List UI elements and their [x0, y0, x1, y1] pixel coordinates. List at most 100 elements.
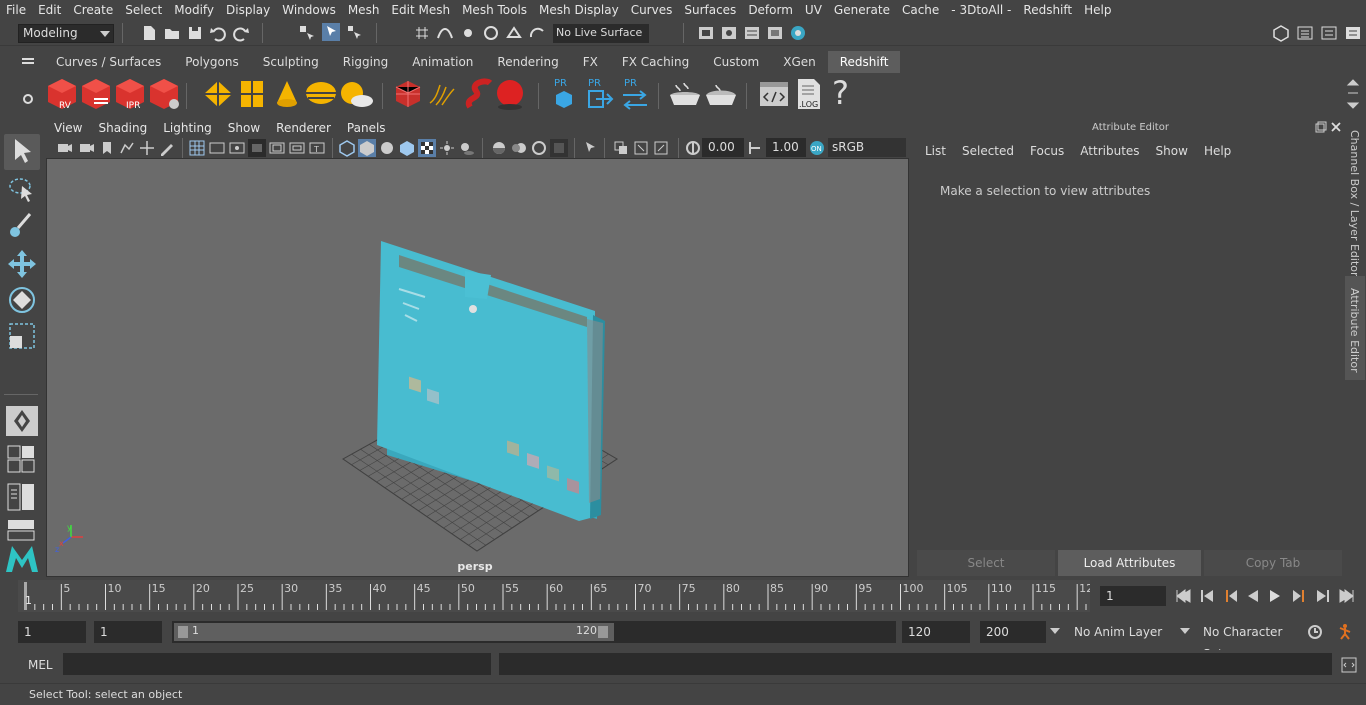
ae-menu-attributes[interactable]: Attributes — [1072, 142, 1147, 160]
anti-aliasing-icon[interactable] — [530, 139, 548, 157]
outliner-layout-icon[interactable] — [6, 482, 36, 512]
save-scene-icon[interactable] — [186, 24, 204, 42]
shelf-tab-curves-surfaces[interactable]: Curves / Surfaces — [44, 51, 173, 73]
shelf-tab-animation[interactable]: Animation — [400, 51, 485, 73]
shelf-tab-redshift[interactable]: Redshift — [827, 51, 901, 73]
persp-viewport[interactable]: persp x y z — [46, 158, 909, 577]
script-editor-icon[interactable] — [1340, 656, 1358, 674]
ae-menu-focus[interactable]: Focus — [1022, 142, 1072, 160]
wireframe-icon[interactable] — [338, 139, 356, 157]
select-button[interactable]: Select — [917, 550, 1055, 576]
ae-menu-show[interactable]: Show — [1148, 142, 1196, 160]
modeling-toolkit-icon[interactable] — [1272, 24, 1290, 42]
redshift-sun-sky-icon[interactable] — [338, 79, 374, 109]
attribute-editor-tab[interactable]: Attribute Editor — [1348, 288, 1361, 380]
wireframe-on-shaded-icon[interactable] — [398, 139, 416, 157]
copy-tab-button[interactable]: Copy Tab — [1204, 550, 1342, 576]
menu-modify[interactable]: Modify — [168, 0, 220, 20]
animation-preferences-icon[interactable] — [1336, 622, 1354, 640]
four-pane-layout-icon[interactable] — [6, 444, 36, 474]
ipr-render-icon[interactable] — [743, 24, 761, 42]
depth-of-field-icon[interactable] — [550, 139, 568, 157]
close-icon[interactable] — [1330, 121, 1342, 133]
hypershade-icon[interactable] — [789, 24, 807, 42]
gamma-icon[interactable] — [746, 139, 764, 157]
redshift-render-settings-icon[interactable] — [148, 77, 180, 111]
redshift-log-icon[interactable]: .LOG — [794, 77, 824, 111]
make-live-icon[interactable] — [528, 24, 546, 42]
exposure-field[interactable]: 0.00 — [702, 138, 744, 157]
redshift-hair-icon[interactable] — [426, 79, 460, 109]
shelf-settings-icon[interactable] — [19, 90, 37, 108]
redshift-help-icon[interactable]: ? — [832, 75, 852, 111]
shelf-tab-custom[interactable]: Custom — [701, 51, 771, 73]
redshift-light-icon[interactable] — [202, 79, 234, 109]
viewport-menu-lighting[interactable]: Lighting — [155, 121, 220, 135]
live-surface-field[interactable]: No Live Surface — [553, 24, 649, 43]
play-forwards-icon[interactable] — [1266, 587, 1284, 605]
camera-select-icon[interactable] — [56, 139, 74, 157]
menu-cache[interactable]: Cache — [896, 0, 945, 20]
playback-start-field[interactable]: 1 — [94, 621, 162, 643]
mode-dropdown[interactable]: Modeling — [18, 24, 114, 43]
scale-tool-icon[interactable] — [4, 318, 40, 354]
redshift-sphere-icon[interactable] — [494, 77, 526, 111]
chevron-down-icon[interactable] — [1180, 628, 1190, 634]
range-end-grip[interactable] — [598, 626, 608, 638]
folder-model[interactable] — [377, 241, 605, 521]
lasso-tool-icon[interactable] — [4, 172, 40, 208]
field-chart-icon[interactable] — [268, 139, 286, 157]
channel-box-toggle-icon[interactable] — [1344, 24, 1362, 42]
exposure-icon[interactable] — [684, 139, 702, 157]
ae-menu-list[interactable]: List — [917, 142, 954, 160]
gamma-field[interactable]: 1.00 — [766, 138, 806, 157]
redshift-batch-render-icon[interactable] — [80, 77, 112, 111]
attribute-editor-toggle-icon[interactable] — [1296, 24, 1314, 42]
shelf-tab-rigging[interactable]: Rigging — [331, 51, 400, 73]
menu-uv[interactable]: UV — [799, 0, 828, 20]
redshift-dome-light-icon[interactable] — [304, 79, 338, 109]
textured-icon[interactable] — [418, 139, 436, 157]
redshift-bake-icon[interactable] — [668, 79, 702, 109]
menu-curves[interactable]: Curves — [625, 0, 679, 20]
xray-components-icon[interactable] — [652, 139, 670, 157]
ae-menu-selected[interactable]: Selected — [954, 142, 1022, 160]
menu-redshift[interactable]: Redshift — [1017, 0, 1078, 20]
step-back-frame-icon[interactable] — [1198, 587, 1216, 605]
snap-surface-icon[interactable] — [505, 24, 523, 42]
view-transform-dropdown[interactable]: sRGB gamma — [828, 138, 906, 173]
redshift-render-view-icon[interactable]: RV — [46, 77, 78, 111]
pr-shader-icon[interactable]: PR — [552, 75, 576, 113]
range-start-grip[interactable] — [178, 626, 188, 638]
viewport-menu-panels[interactable]: Panels — [339, 121, 394, 135]
redshift-volume-icon[interactable] — [462, 77, 494, 111]
go-to-end-icon[interactable] — [1338, 587, 1356, 605]
scene-end-field[interactable]: 200 — [980, 621, 1046, 643]
select-hierarchy-icon[interactable] — [298, 24, 316, 42]
redshift-ipr-icon[interactable]: IPR — [114, 77, 146, 111]
snap-grid-icon[interactable] — [413, 24, 431, 42]
ae-menu-help[interactable]: Help — [1196, 142, 1239, 160]
open-scene-icon[interactable] — [163, 24, 181, 42]
viewport-menu-renderer[interactable]: Renderer — [268, 121, 339, 135]
render-view-icon[interactable] — [720, 24, 738, 42]
safe-action-icon[interactable] — [288, 139, 306, 157]
auto-key-icon[interactable] — [1306, 623, 1324, 641]
range-slider-handle[interactable]: 1 120 — [174, 623, 614, 641]
float-panel-icon[interactable] — [1315, 121, 1327, 133]
viewport-menu-shading[interactable]: Shading — [90, 121, 155, 135]
screen-space-ao-icon[interactable] — [490, 139, 508, 157]
menu-mesh-display[interactable]: Mesh Display — [533, 0, 625, 20]
use-all-lights-icon[interactable] — [438, 139, 456, 157]
film-gate-icon[interactable] — [208, 139, 226, 157]
menu-edit-mesh[interactable]: Edit Mesh — [385, 0, 456, 20]
xray-joints-icon[interactable] — [632, 139, 650, 157]
move-tool-icon[interactable] — [4, 246, 40, 282]
gate-mask-icon[interactable] — [248, 139, 266, 157]
menu-help[interactable]: Help — [1078, 0, 1117, 20]
menu-windows[interactable]: Windows — [276, 0, 342, 20]
menu-3dtoall[interactable]: - 3DtoAll - — [945, 0, 1017, 20]
smooth-shade-icon[interactable] — [358, 139, 376, 157]
menu-display[interactable]: Display — [220, 0, 276, 20]
menu-edit[interactable]: Edit — [32, 0, 67, 20]
